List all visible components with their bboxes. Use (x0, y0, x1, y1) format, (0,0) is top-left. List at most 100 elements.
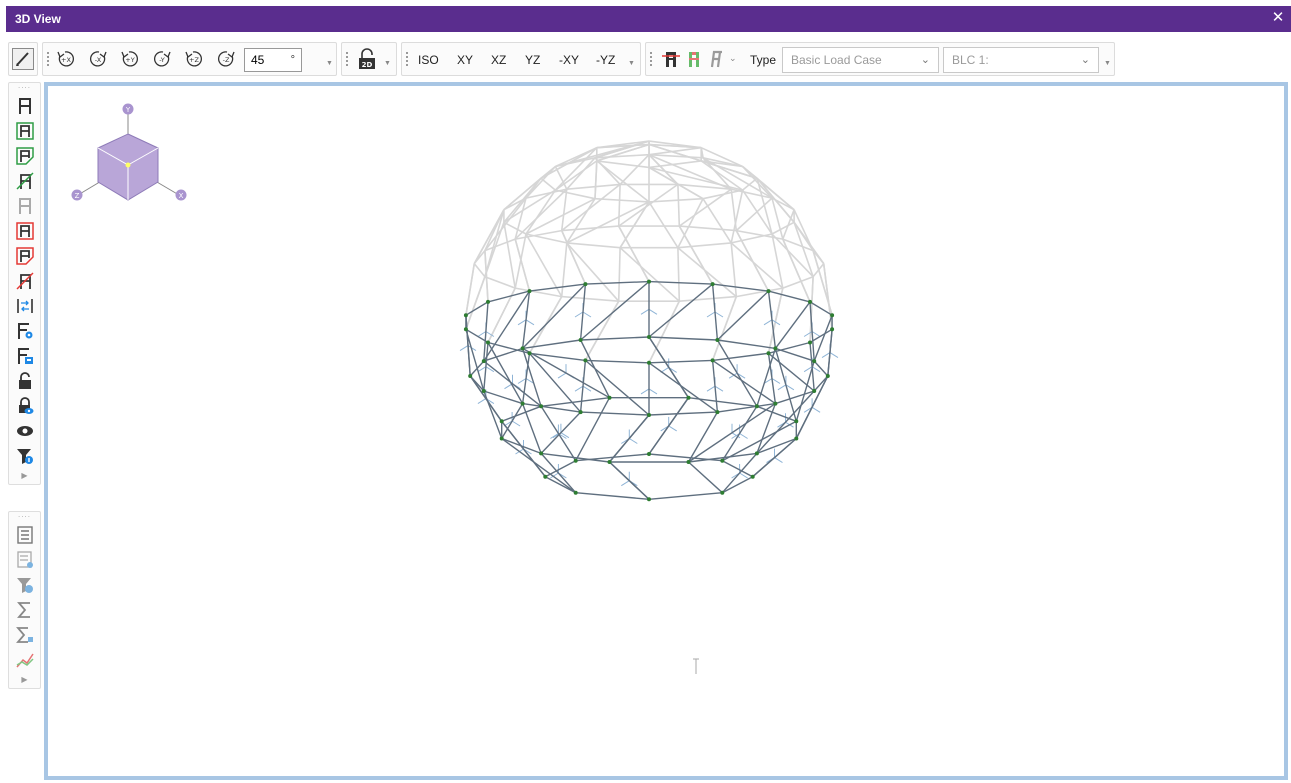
node[interactable] (607, 460, 612, 464)
member[interactable] (648, 411, 718, 416)
member[interactable] (484, 275, 516, 289)
invert-selection-button[interactable] (9, 293, 40, 318)
node[interactable] (647, 360, 651, 365)
member[interactable] (619, 154, 650, 185)
filter-button[interactable] (9, 443, 40, 468)
member[interactable] (648, 201, 679, 249)
member[interactable] (775, 347, 815, 362)
node[interactable] (578, 338, 583, 342)
node[interactable] (499, 436, 504, 441)
node[interactable] (499, 419, 504, 424)
node[interactable] (720, 490, 725, 495)
member[interactable] (714, 311, 724, 318)
member[interactable] (648, 336, 718, 341)
member[interactable] (648, 492, 723, 500)
member[interactable] (566, 242, 620, 302)
node[interactable] (766, 351, 771, 356)
member[interactable] (501, 405, 542, 422)
member[interactable] (580, 281, 650, 341)
member[interactable] (821, 352, 831, 359)
member[interactable] (560, 432, 570, 439)
show-deflection-button[interactable] (704, 48, 726, 70)
member[interactable] (782, 275, 814, 289)
chevron-down-icon[interactable]: ▼ (1104, 60, 1111, 67)
node[interactable] (539, 404, 544, 409)
rotate-plus-y-button[interactable]: +Y (119, 48, 141, 70)
member[interactable] (756, 403, 777, 454)
expand-toolbar-icon[interactable]: ▶ (9, 468, 40, 484)
node[interactable] (481, 389, 486, 393)
member[interactable] (557, 372, 567, 379)
member[interactable] (465, 276, 486, 330)
rotate-minus-x-button[interactable]: -X (87, 48, 109, 70)
node[interactable] (794, 419, 799, 424)
orientation-cube[interactable]: Y X Z (71, 103, 187, 201)
node[interactable] (527, 289, 532, 294)
lock-view-button[interactable] (9, 393, 40, 418)
member[interactable] (763, 319, 773, 326)
member[interactable] (688, 461, 723, 494)
member[interactable] (561, 225, 619, 232)
view-yz-button[interactable]: YZ (525, 53, 540, 67)
line-unselect-button[interactable] (9, 268, 40, 293)
unlock-button[interactable] (9, 368, 40, 393)
member[interactable] (594, 160, 598, 199)
node[interactable] (710, 282, 715, 287)
node[interactable] (578, 410, 583, 415)
node[interactable] (794, 436, 799, 441)
show-results-button[interactable] (683, 48, 705, 70)
node[interactable] (812, 359, 817, 364)
members-button[interactable] (9, 93, 40, 118)
member[interactable] (560, 242, 568, 297)
node[interactable] (773, 401, 778, 406)
node[interactable] (715, 338, 720, 342)
member[interactable] (677, 247, 681, 302)
member[interactable] (574, 311, 584, 318)
member[interactable] (554, 147, 598, 191)
member[interactable] (561, 183, 621, 232)
member[interactable] (714, 385, 724, 392)
load-type-select[interactable]: Basic Load Case ⌄ (782, 47, 939, 73)
member[interactable] (730, 189, 738, 231)
select-tool-button[interactable] (12, 48, 34, 70)
node[interactable] (647, 279, 651, 284)
rotate-minus-y-button[interactable]: -Y (151, 48, 173, 70)
member[interactable] (640, 308, 650, 315)
node[interactable] (520, 346, 525, 351)
node[interactable] (773, 346, 778, 351)
member[interactable] (477, 331, 487, 337)
unselect-all-button[interactable] (9, 193, 40, 218)
member[interactable] (566, 183, 621, 190)
member[interactable] (594, 197, 650, 203)
rotate-plus-z-button[interactable]: +Z (183, 48, 205, 70)
member[interactable] (721, 405, 758, 462)
member[interactable] (540, 411, 582, 454)
member[interactable] (716, 290, 769, 341)
member[interactable] (827, 329, 833, 377)
node[interactable] (573, 490, 578, 495)
node[interactable] (539, 451, 544, 456)
member[interactable] (609, 461, 650, 500)
member[interactable] (514, 238, 531, 292)
member[interactable] (465, 301, 489, 316)
member[interactable] (574, 385, 584, 392)
node[interactable] (686, 395, 691, 400)
node[interactable] (808, 340, 812, 345)
node[interactable] (520, 401, 525, 406)
sum-button[interactable] (9, 597, 40, 622)
member[interactable] (617, 184, 621, 227)
member[interactable] (483, 360, 542, 407)
node[interactable] (766, 289, 771, 294)
select-members-button[interactable] (9, 118, 40, 143)
member[interactable] (473, 263, 486, 278)
close-icon[interactable]: ✕ (1269, 8, 1287, 28)
member[interactable] (677, 242, 732, 249)
member[interactable] (648, 300, 681, 364)
chevron-down-icon[interactable]: ⌄ (729, 54, 737, 63)
view-minus-yz-button[interactable]: -YZ (596, 53, 615, 67)
member[interactable] (811, 406, 821, 413)
box-select-button[interactable] (9, 143, 40, 168)
member[interactable] (617, 247, 621, 302)
member[interactable] (774, 457, 783, 464)
member[interactable] (580, 336, 650, 341)
